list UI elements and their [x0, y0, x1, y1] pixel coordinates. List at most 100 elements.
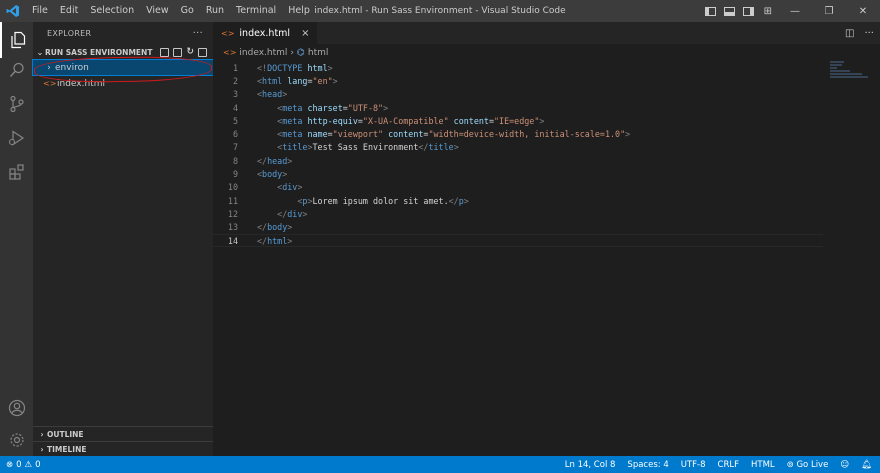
- indentation[interactable]: Spaces: 4: [627, 460, 668, 470]
- tree-item-environ-folder[interactable]: › environ: [32, 59, 214, 76]
- outline-section-header[interactable]: › OUTLINE: [33, 426, 213, 441]
- maximize-button[interactable]: ❐: [812, 0, 846, 22]
- editor-more-icon[interactable]: ···: [864, 28, 874, 39]
- code-line[interactable]: 9 <body>: [213, 167, 880, 180]
- menu-go[interactable]: Go: [175, 0, 200, 22]
- tab-index-html[interactable]: <> index.html ×: [213, 22, 318, 44]
- search-icon[interactable]: [0, 52, 33, 88]
- code-text: <title>Test Sass Environment</title>: [257, 142, 459, 152]
- code-text: <!DOCTYPE html>: [257, 63, 333, 73]
- code-line[interactable]: 1 <!DOCTYPE html>: [213, 61, 880, 74]
- warning-count: 0: [35, 459, 41, 470]
- new-file-icon[interactable]: [160, 47, 170, 57]
- code-line[interactable]: 3 <head>: [213, 88, 880, 101]
- code-token: http-equiv: [307, 115, 358, 126]
- code-editor[interactable]: 1 <!DOCTYPE html> 2 <html lang="en"> 3 <head>…: [213, 61, 880, 248]
- code-line[interactable]: 8 </head>: [213, 154, 880, 167]
- account-icon[interactable]: [0, 390, 33, 426]
- new-folder-icon[interactable]: [173, 47, 183, 57]
- line-number: 5: [232, 115, 238, 126]
- element-icon: ⌬: [297, 47, 305, 58]
- code-line[interactable]: 11 <p>Lorem ipsum dolor sit amet.</p>: [213, 194, 880, 207]
- end-of-line[interactable]: CRLF: [718, 460, 739, 470]
- code-text: </div>: [257, 209, 307, 219]
- code-token: </: [277, 208, 288, 219]
- menu-bar: File Edit Selection View Go Run Terminal…: [26, 0, 316, 22]
- code-token: meta: [282, 115, 303, 126]
- extensions-icon[interactable]: [0, 154, 33, 190]
- breadcrumb-element[interactable]: html: [308, 48, 329, 58]
- code-line[interactable]: 5 <meta http-equiv="X-UA-Compatible" con…: [213, 114, 880, 127]
- code-text: <div>: [257, 182, 302, 192]
- toggle-panel-icon[interactable]: [723, 6, 735, 16]
- code-line[interactable]: 4 <meta charset="UTF-8">: [213, 101, 880, 114]
- line-number: 6: [232, 129, 238, 140]
- more-actions-button[interactable]: ···: [193, 28, 203, 39]
- code-line[interactable]: 12 </div>: [213, 207, 880, 220]
- html-file-icon: <>: [43, 79, 57, 88]
- source-control-icon[interactable]: [0, 86, 33, 122]
- problems-indicator[interactable]: ⊗ 0 ⚠ 0: [0, 460, 41, 470]
- menu-view[interactable]: View: [140, 0, 175, 22]
- error-count: 0: [16, 459, 22, 470]
- code-token: "width=device-width, initial-scale=1.0": [428, 129, 626, 140]
- menu-edit[interactable]: Edit: [54, 0, 84, 22]
- code-token: "viewport": [332, 129, 384, 140]
- code-token: >: [625, 129, 631, 140]
- language-mode[interactable]: HTML: [751, 460, 775, 470]
- workspace-name: RUN SASS ENVIRONMENT: [45, 47, 153, 57]
- tree-item-index-html[interactable]: <> index.html: [33, 76, 213, 91]
- code-line[interactable]: 6 <meta name="viewport" content="width=d…: [213, 127, 880, 140]
- split-editor-icon[interactable]: ◫: [845, 28, 854, 39]
- go-live-button[interactable]: ⊚ Go Live: [787, 460, 829, 470]
- code-token: body: [262, 169, 283, 180]
- code-text: <meta charset="UTF-8">: [257, 103, 388, 113]
- code-line[interactable]: 2 <html lang="en">: [213, 74, 880, 87]
- toggle-sidebar-icon[interactable]: [704, 6, 716, 16]
- code-line[interactable]: 10 <div>: [213, 181, 880, 194]
- code-line[interactable]: 14 </html>: [213, 233, 823, 248]
- code-token: "IE=edge": [494, 115, 540, 126]
- line-number: 14: [227, 235, 238, 246]
- chevron-down-icon: ⌄: [36, 47, 44, 57]
- code-token: "en": [312, 75, 333, 86]
- encoding[interactable]: UTF-8: [681, 460, 706, 470]
- run-debug-icon[interactable]: [0, 120, 33, 156]
- feedback-icon[interactable]: ☺: [840, 460, 849, 470]
- menu-selection[interactable]: Selection: [84, 0, 140, 22]
- code-token: </: [257, 155, 268, 166]
- code-text: <body>: [257, 169, 287, 179]
- breadcrumb-file[interactable]: index.html: [239, 48, 287, 58]
- code-token: meta: [282, 129, 303, 140]
- menu-file[interactable]: File: [26, 0, 54, 22]
- timeline-section-header[interactable]: › TIMELINE: [33, 441, 213, 456]
- code-line[interactable]: 13 </body>: [213, 221, 880, 234]
- code-token: >: [282, 89, 288, 100]
- code-token: html: [307, 62, 328, 73]
- customize-layout-icon[interactable]: ⊞: [764, 6, 772, 17]
- code-text: </head>: [257, 156, 292, 166]
- collapse-all-icon[interactable]: [198, 47, 207, 57]
- minimap[interactable]: [830, 61, 870, 79]
- menu-terminal[interactable]: Terminal: [230, 0, 282, 22]
- code-token: title: [282, 142, 308, 153]
- code-token: content: [453, 115, 489, 126]
- code-token: </: [418, 142, 429, 153]
- code-token: </: [257, 235, 268, 246]
- explorer-title: EXPLORER: [47, 28, 92, 38]
- line-number: 13: [227, 222, 238, 233]
- menu-run[interactable]: Run: [200, 0, 230, 22]
- close-window-button[interactable]: ✕: [846, 0, 880, 22]
- notifications-bell-icon[interactable]: 🔔︎: [861, 460, 872, 470]
- code-token: >: [453, 142, 459, 153]
- minimize-button[interactable]: —: [778, 0, 812, 22]
- editor-area: <> index.html × ◫ ··· <> index.html › ⌬ …: [213, 22, 880, 456]
- cursor-position[interactable]: Ln 14, Col 8: [565, 460, 616, 470]
- settings-gear-icon[interactable]: [0, 422, 33, 458]
- code-line[interactable]: 7 <title>Test Sass Environment</title>: [213, 141, 880, 154]
- workspace-section-header[interactable]: ⌄ RUN SASS ENVIRONMENT ↻: [33, 44, 213, 60]
- close-tab-icon[interactable]: ×: [301, 28, 309, 39]
- toggle-secondary-sidebar-icon[interactable]: [742, 6, 754, 16]
- refresh-icon[interactable]: ↻: [186, 47, 194, 57]
